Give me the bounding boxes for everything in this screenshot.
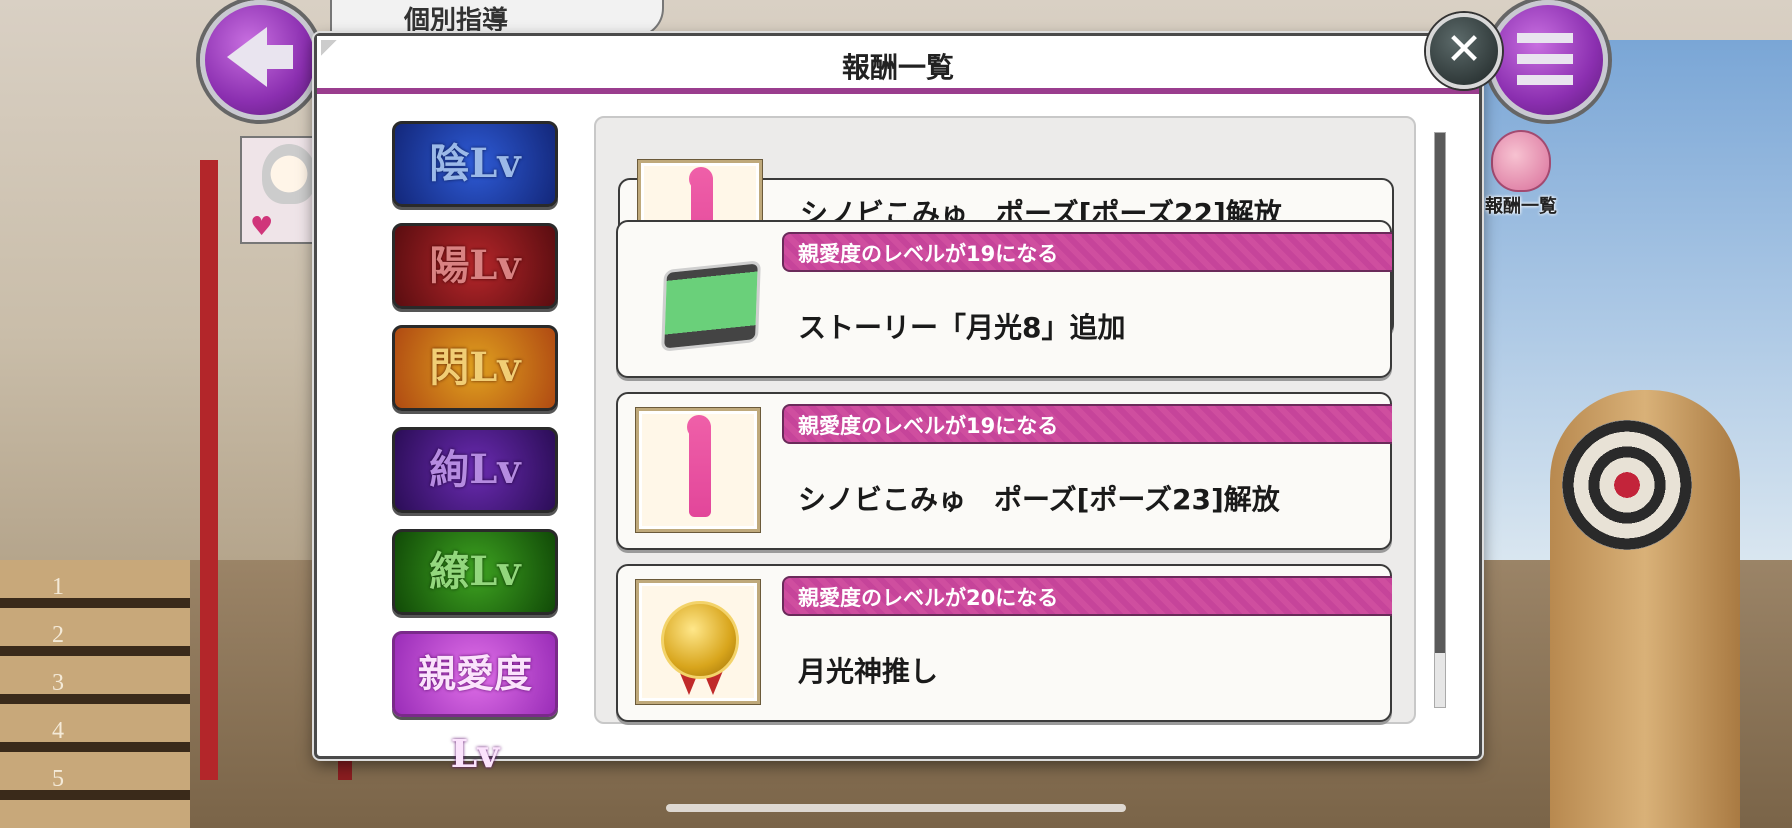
tab-label: 親愛度Lv — [417, 651, 532, 776]
arrow-left-icon — [227, 27, 267, 87]
tab-ryo-lv[interactable]: 繚Lv — [392, 529, 558, 615]
close-button[interactable]: ✕ — [1426, 13, 1502, 89]
condition-text: 親愛度のレベルが19になる — [798, 414, 1059, 438]
reward-icon-frame — [636, 236, 758, 354]
hamburger-menu-icon — [1517, 33, 1573, 85]
tab-label: 絢Lv — [429, 446, 521, 493]
tab-in-lv[interactable]: 陰Lv — [392, 121, 558, 207]
reward-list-shortcut-label: 報酬一覧 — [1485, 196, 1557, 217]
modal-title: 報酬一覧 — [841, 51, 954, 84]
close-icon: ✕ — [1445, 24, 1483, 75]
reward-item: 親愛度のレベルが20になる 月光神推し — [616, 564, 1392, 722]
gold-medal-icon — [661, 601, 739, 679]
back-button[interactable] — [200, 0, 320, 120]
reward-list-shortcut[interactable]: 報酬一覧 — [1476, 130, 1566, 220]
condition-text: 親愛度のレベルが20になる — [798, 586, 1059, 610]
tab-label: 繚Lv — [429, 548, 521, 595]
list-scrollbar[interactable] — [1434, 132, 1446, 708]
tab-yo-lv[interactable]: 陽Lv — [392, 223, 558, 309]
character-avatar-card[interactable]: ♥ — [240, 136, 320, 244]
modal-header: 報酬一覧 — [317, 36, 1479, 94]
arrow-left-icon-bar — [263, 45, 293, 69]
scrollbar-thumb[interactable] — [1435, 133, 1445, 653]
step-number: 3 — [52, 670, 64, 696]
condition-bar: 親愛度のレベルが20になる — [782, 576, 1392, 616]
pouch-icon — [1491, 130, 1551, 192]
reward-icon-frame — [636, 408, 760, 532]
film-strip-icon — [664, 263, 758, 349]
condition-text: 親愛度のレベルが19になる — [798, 242, 1059, 266]
tab-sen-lv[interactable]: 閃Lv — [392, 325, 558, 411]
tab-label: 陽Lv — [429, 242, 521, 289]
target-icon — [1562, 420, 1692, 550]
tab-label: 陰Lv — [429, 140, 521, 187]
reward-text: 月光神推し — [798, 655, 939, 688]
screen-title: 個別指導 — [404, 6, 509, 36]
reward-text: シノビこみゅ ポーズ[ポーズ23]解放 — [798, 483, 1280, 516]
condition-bar: 親愛度のレベルが19になる — [782, 404, 1392, 444]
condition-bar: 親愛度のレベルが19になる — [782, 232, 1392, 272]
pose-figure-icon-body — [689, 417, 711, 517]
reward-item: 親愛度のレベルが19になる ストーリー「月光8」追加 — [616, 220, 1392, 378]
heart-icon: ♥ — [250, 212, 274, 242]
step-number: 5 — [52, 766, 64, 792]
avatar — [262, 144, 316, 204]
menu-button[interactable] — [1488, 0, 1608, 120]
background-steps: 1 2 3 4 5 — [0, 560, 190, 828]
reward-text: ストーリー「月光8」追加 — [798, 311, 1126, 344]
reward-icon-frame — [636, 580, 760, 704]
tab-label: 閃Lv — [429, 344, 521, 391]
step-number: 1 — [52, 574, 64, 600]
home-indicator[interactable] — [666, 804, 1126, 812]
tab-affection-lv[interactable]: 親愛度Lv — [392, 631, 558, 776]
step-number: 2 — [52, 622, 64, 648]
reward-item: 親愛度のレベルが19になる シノビこみゅ ポーズ[ポーズ23]解放 — [616, 392, 1392, 550]
step-number: 4 — [52, 718, 64, 744]
tab-ken-lv[interactable]: 絢Lv — [392, 427, 558, 513]
